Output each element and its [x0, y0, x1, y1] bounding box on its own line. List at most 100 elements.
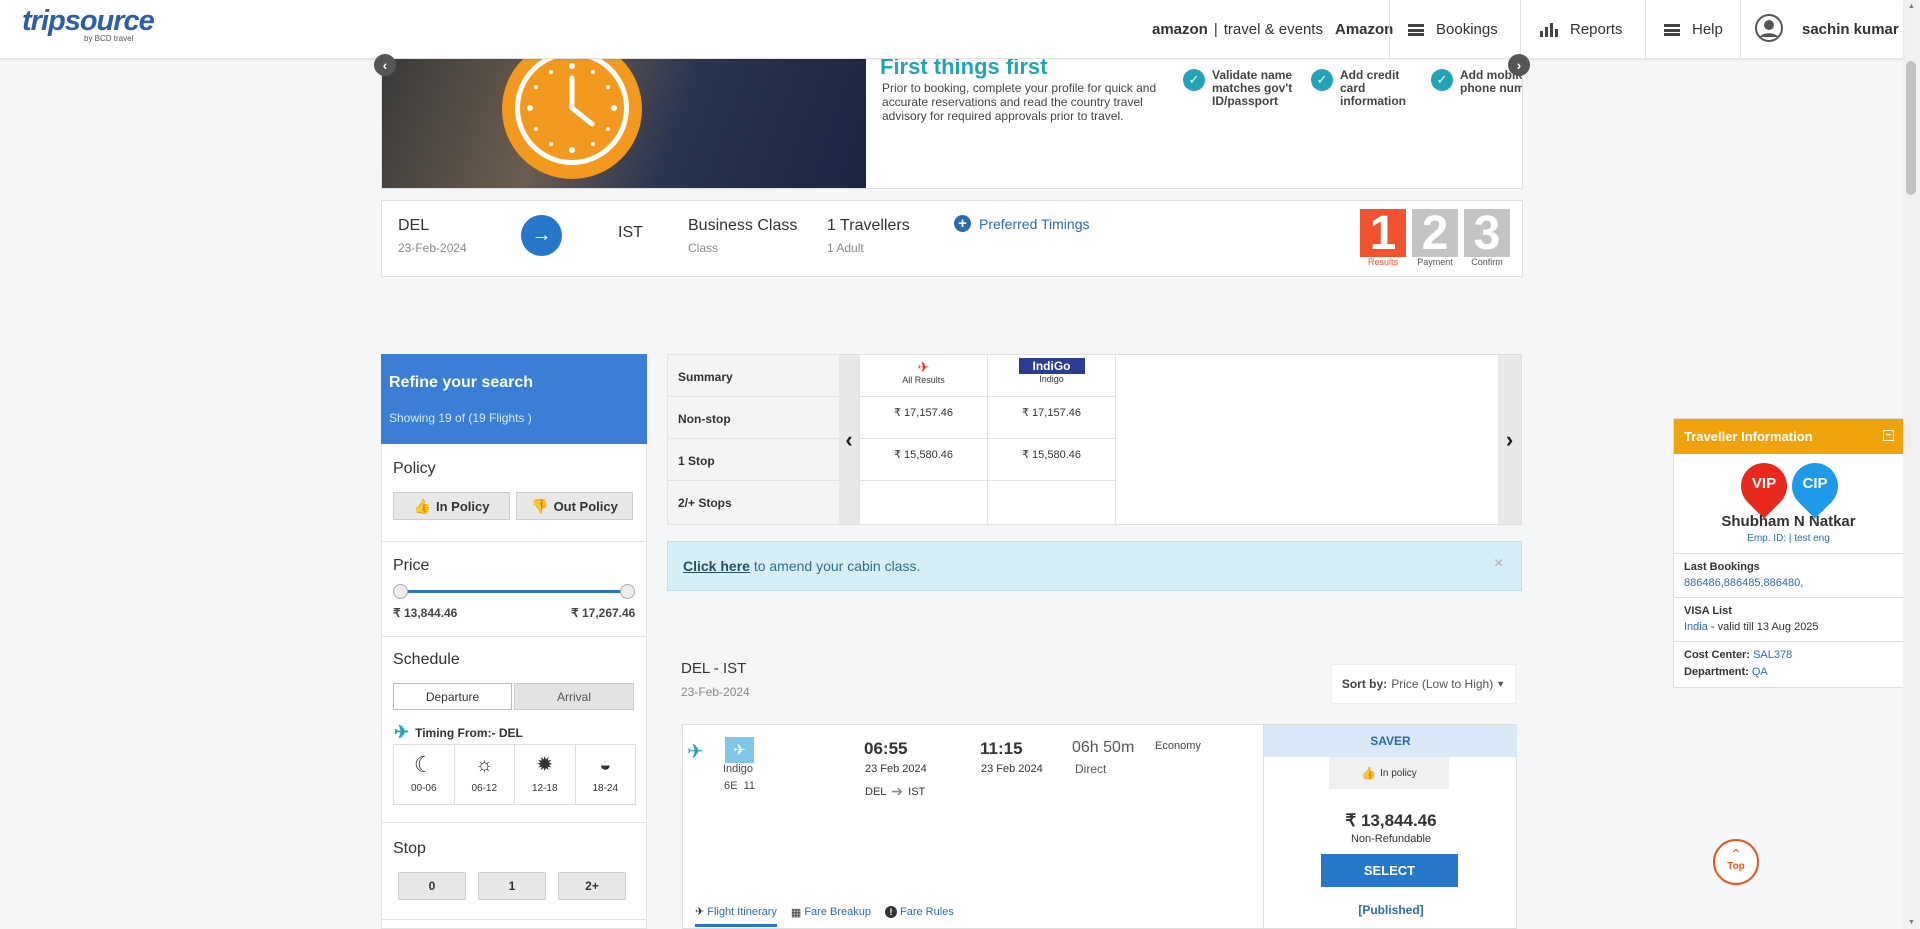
- last-bookings-links[interactable]: 886486,886485,886480,: [1684, 577, 1803, 589]
- select-button[interactable]: SELECT: [1321, 854, 1458, 887]
- time-slot-00-06[interactable]: ☾ 00-06: [394, 745, 455, 804]
- scrollbar-thumb[interactable]: [1906, 61, 1916, 195]
- step-confirm: 3 Confirm: [1464, 207, 1510, 267]
- stop-2plus-button[interactable]: 2+: [558, 872, 626, 900]
- nav-reports[interactable]: Reports: [1540, 0, 1623, 59]
- arrow-right-icon: →: [521, 215, 562, 256]
- last-bookings-label: Last Bookings: [1684, 561, 1760, 573]
- search-summary: DEL 23-Feb-2024 → IST Business Class Cla…: [381, 200, 1523, 277]
- arrival-tab[interactable]: Arrival: [514, 683, 634, 710]
- traveller-name: Shubham N Natkar: [1721, 513, 1856, 530]
- sunset-icon: ◒: [599, 754, 612, 776]
- sort-dropdown[interactable]: Sort by: Price (Low to High) ▼: [1331, 664, 1516, 704]
- flight-number: 6E 11: [724, 780, 755, 792]
- flight-tabs: ✈ Flight Itinerary ▦ Fare Breakup ! Fare Ru…: [695, 905, 954, 927]
- matrix-cell[interactable]: ₹ 15,580.46: [859, 438, 988, 481]
- price-title: Price: [393, 557, 430, 574]
- in-policy-button[interactable]: 👍 In Policy: [393, 492, 510, 520]
- travel-date: 23-Feb-2024: [398, 241, 467, 255]
- matrix-col-indigo[interactable]: IndiGo Indigo: [987, 354, 1116, 397]
- time-slot-18-24[interactable]: ◒ 18-24: [576, 745, 636, 804]
- menu-icon: [1408, 23, 1424, 36]
- traveller-info-header: Traveller Information −: [1674, 419, 1903, 454]
- matrix-cell[interactable]: ₹ 17,157.46: [987, 396, 1116, 439]
- amend-cabin-link[interactable]: Click here: [683, 558, 750, 574]
- check-circle-icon: ✓: [1183, 69, 1205, 91]
- plane-icon: ✈: [917, 359, 930, 375]
- results-route: DEL - IST: [681, 660, 747, 677]
- banner-prev-arrow[interactable]: ‹: [374, 54, 396, 76]
- duration: 06h 50m: [1072, 739, 1135, 756]
- amazon-tagline: travel & events: [1223, 21, 1323, 38]
- matrix-cell[interactable]: [859, 480, 988, 525]
- department: Department: QA: [1684, 666, 1768, 678]
- check-circle-icon: ✓: [1311, 69, 1333, 91]
- plus-circle-icon: +: [954, 215, 971, 232]
- matrix-cell[interactable]: [987, 480, 1116, 525]
- check-circle-icon: ✓: [1431, 69, 1453, 91]
- tripsource-logo[interactable]: tripsource by BCD travel: [22, 6, 155, 43]
- travellers-count: 1 Travellers: [827, 217, 910, 234]
- matrix-cell[interactable]: ₹ 17,157.46: [859, 396, 988, 439]
- time-slot-12-18[interactable]: ✹ 12-18: [515, 745, 576, 804]
- price-slider-track[interactable]: [400, 590, 628, 593]
- price-slider-min-handle[interactable]: [393, 584, 408, 599]
- departure-tab[interactable]: Departure: [393, 683, 512, 710]
- preferred-timings-link[interactable]: + Preferred Timings: [954, 215, 1089, 232]
- stop-0-button[interactable]: 0: [398, 872, 466, 900]
- nav-bookings[interactable]: Bookings: [1408, 0, 1498, 59]
- price-min: ₹ 13,844.46: [393, 606, 458, 620]
- airline-name: Indigo: [723, 763, 753, 775]
- back-to-top-button[interactable]: ⌃ Top: [1713, 839, 1759, 885]
- check-item: ✓ Add mobile phone number: [1431, 69, 1522, 108]
- tab-fare-breakup[interactable]: ▦ Fare Breakup: [791, 905, 871, 919]
- check-item: ✓ Add credit card information: [1311, 69, 1421, 108]
- stop-1-button[interactable]: 1: [478, 872, 546, 900]
- check-item: ✓ Validate name matches gov't ID/passpor…: [1183, 69, 1301, 108]
- step-results: 1 Results: [1360, 207, 1406, 267]
- cabin-type: Economy: [1155, 740, 1201, 752]
- thumbs-down-icon: 👎: [531, 497, 549, 514]
- time-slot-06-12[interactable]: ☼ 06-12: [455, 745, 515, 804]
- promo-banner: First things first Prior to booking, com…: [381, 58, 1523, 189]
- matrix-col-all-results[interactable]: ✈ All Results: [859, 354, 988, 397]
- menu-icon: [1664, 23, 1680, 36]
- published-link[interactable]: [Published]: [1264, 903, 1518, 917]
- amazon-logo-text: amazon: [1152, 21, 1208, 38]
- matrix-prev-arrow[interactable]: ‹: [839, 355, 859, 524]
- company-label: Amazon: [1334, 21, 1394, 38]
- nav-help-label: Help: [1692, 21, 1723, 38]
- top-header: tripsource by BCD travel amazon | travel…: [0, 0, 1903, 59]
- tab-fare-rules[interactable]: ! Fare Rules: [884, 905, 954, 919]
- arrival-time: 11:15: [980, 739, 1023, 758]
- thumbs-up-icon: 👍: [413, 497, 431, 514]
- fare-type: SAVER: [1264, 725, 1517, 757]
- nav-help[interactable]: Help: [1664, 0, 1723, 59]
- price-max: ₹ 17,267.46: [571, 606, 636, 620]
- user-name: sachin kumar: [1802, 21, 1899, 38]
- out-policy-button[interactable]: 👎 Out Policy: [516, 492, 633, 520]
- price-slider-max-handle[interactable]: [620, 584, 635, 599]
- banner-text: Prior to booking, complete your profile …: [882, 81, 1157, 123]
- refine-title: Refine your search: [389, 374, 534, 391]
- tab-flight-itinerary[interactable]: ✈ Flight Itinerary: [695, 905, 777, 927]
- schedule-title: Schedule: [393, 651, 460, 668]
- chevron-up-icon: ⌃: [1730, 846, 1742, 862]
- plane-icon: ✈: [695, 906, 705, 918]
- user-avatar-icon: [1754, 13, 1784, 47]
- collapse-icon[interactable]: −: [1883, 430, 1894, 441]
- plane-icon: ✈: [394, 722, 410, 742]
- nav-reports-label: Reports: [1570, 21, 1623, 38]
- matrix-row-summary: Summary: [667, 354, 840, 397]
- amazon-brand: amazon | travel & events Amazon: [1152, 21, 1394, 38]
- banner-next-arrow[interactable]: ›: [1508, 54, 1530, 76]
- matrix-next-arrow[interactable]: ›: [1498, 355, 1521, 524]
- booking-steps: 1 Results 2 Payment 3 Confirm: [1360, 207, 1510, 267]
- travellers-sub: 1 Adult: [827, 241, 864, 255]
- stop-title: Stop: [393, 840, 426, 857]
- close-icon[interactable]: ×: [1494, 555, 1503, 573]
- user-menu[interactable]: sachin kumar: [1754, 0, 1899, 59]
- departure-time: 06:55: [864, 739, 908, 758]
- matrix-cell[interactable]: ₹ 15,580.46: [987, 438, 1116, 481]
- flight-card: ✈ ✈ Indigo 6E 11 06:55 23 Feb 2024 DEL ➔…: [682, 724, 1517, 929]
